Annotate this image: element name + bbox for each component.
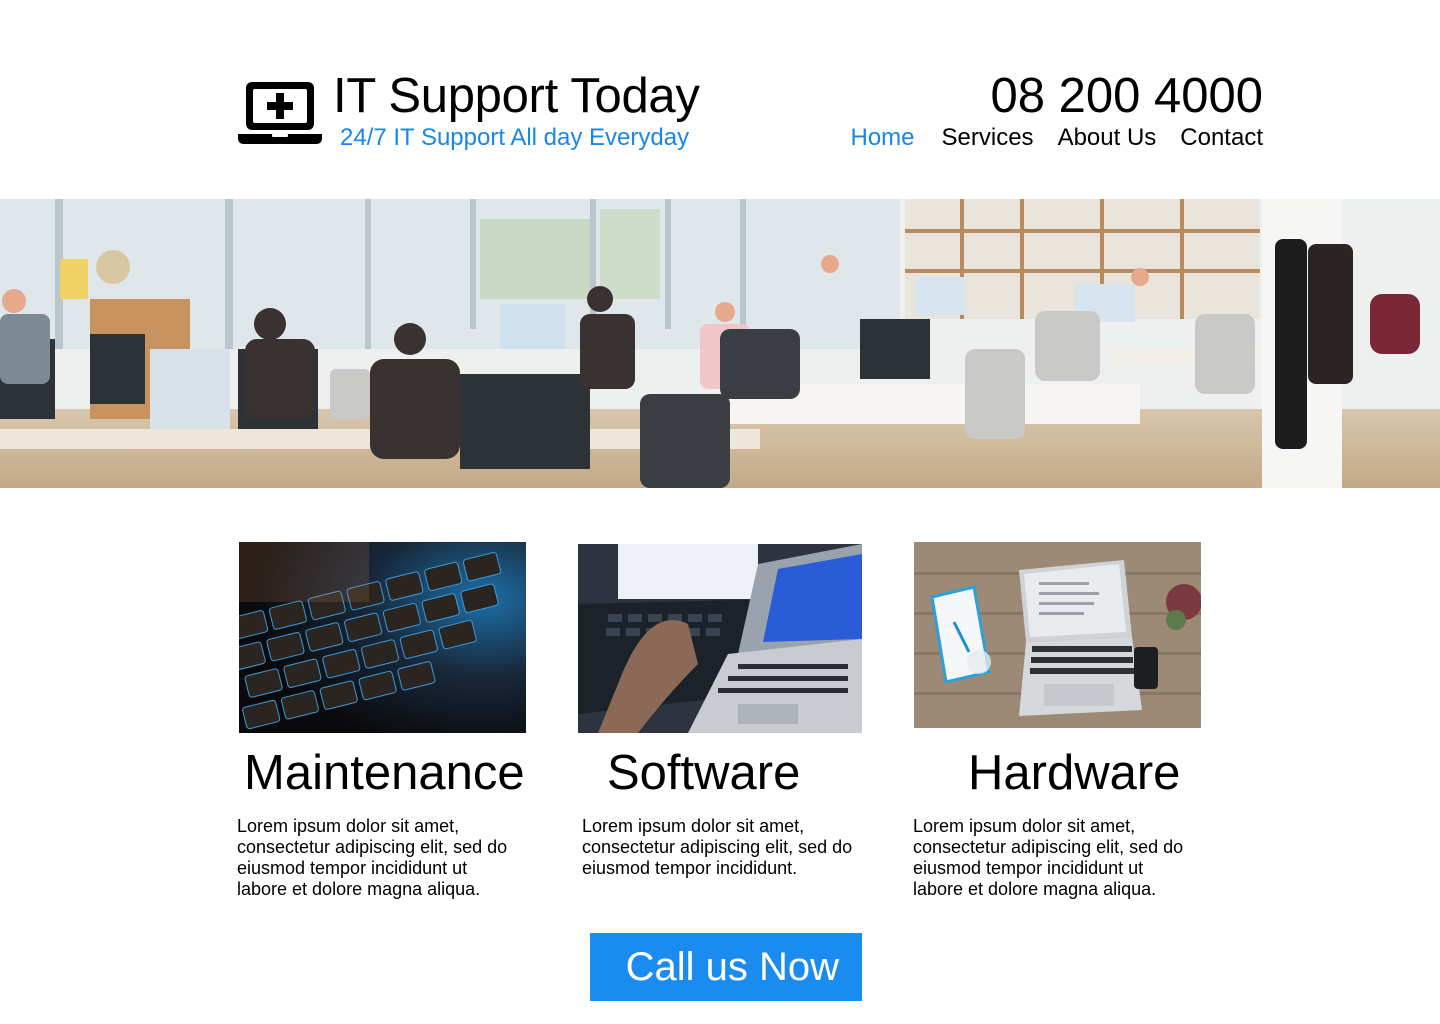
nav-about-us[interactable]: About Us	[1058, 124, 1157, 152]
call-us-now-button[interactable]: Call us Now	[590, 933, 862, 1001]
service-title-hardware: Hardware	[968, 746, 1181, 800]
service-title-software: Software	[607, 746, 801, 800]
service-title-maintenance: Maintenance	[244, 746, 525, 800]
nav-contact[interactable]: Contact	[1180, 124, 1263, 152]
site-title: IT Support Today	[333, 69, 700, 123]
phone-number[interactable]: 08 200 4000	[991, 68, 1264, 124]
nav-services[interactable]: Services	[942, 124, 1034, 152]
service-image-hardware	[914, 542, 1201, 728]
nav-home[interactable]: Home	[851, 124, 915, 152]
service-image-software	[578, 544, 862, 733]
hero-office-image	[0, 199, 1440, 488]
service-image-maintenance	[239, 542, 526, 733]
main-nav: Home Services About Us Contact	[851, 124, 1264, 152]
service-text-hardware: Lorem ipsum dolor sit amet, consectetur …	[913, 816, 1184, 899]
service-text-software: Lorem ipsum dolor sit amet, consectetur …	[582, 816, 853, 878]
service-text-maintenance: Lorem ipsum dolor sit amet, consectetur …	[237, 816, 508, 899]
laptop-medical-icon	[238, 80, 322, 146]
site-tagline: 24/7 IT Support All day Everyday	[340, 124, 690, 151]
